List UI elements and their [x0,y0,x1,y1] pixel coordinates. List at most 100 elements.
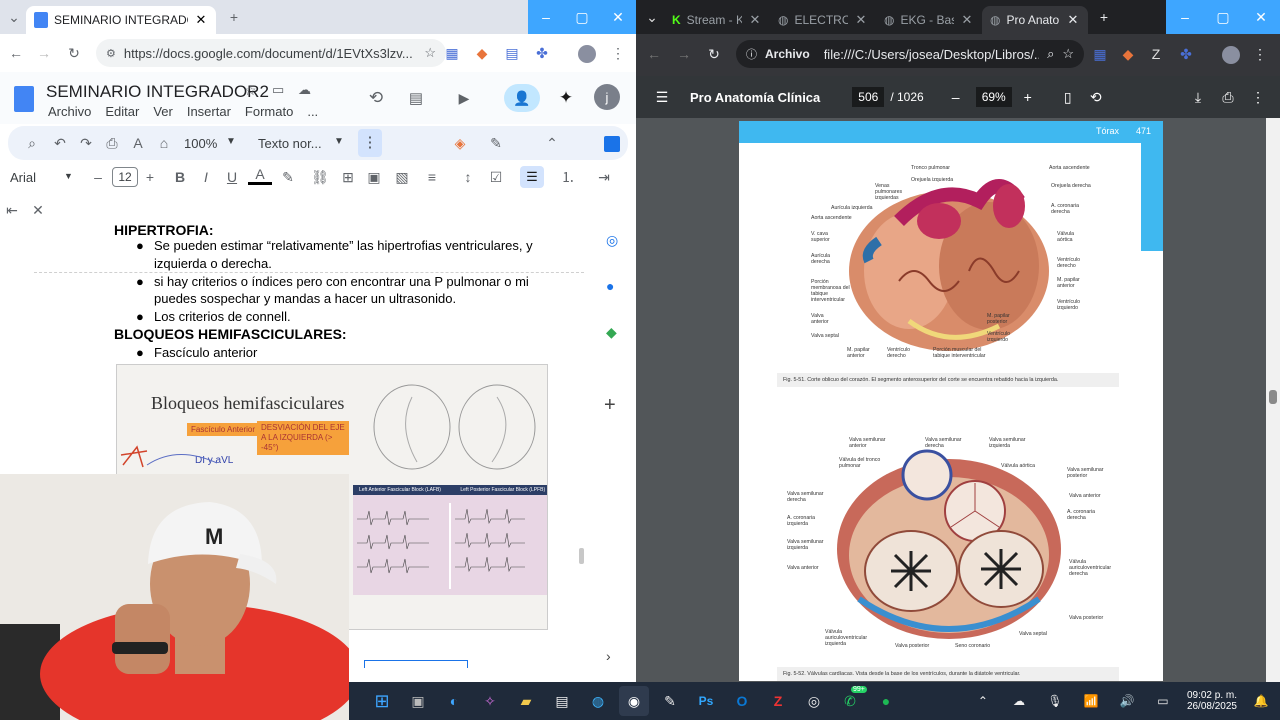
close-window-icon[interactable]: ✕ [1242,0,1280,34]
zoom-input[interactable]: 69% [975,87,1012,107]
decrease-font-icon[interactable]: – [86,165,110,189]
maximize-icon[interactable]: ▢ [564,0,600,34]
print-icon[interactable]: ⎙ [100,131,124,155]
tab-seminario[interactable]: SEMINARIO INTEGRADOR2 - D ✕ [26,6,216,34]
checklist-icon[interactable]: ☑ [484,165,508,189]
task-view-icon[interactable]: ▣ [403,686,433,716]
font-size-input[interactable]: 12 [112,167,138,187]
gemini-icon[interactable]: ✦ [554,86,578,110]
minimize-icon[interactable]: – [1166,0,1204,34]
line-spacing-icon[interactable]: ↕ [456,165,480,189]
add-comment-icon[interactable]: ⊞ [336,165,360,189]
menu-ver[interactable]: Ver [153,104,173,119]
search-menus-icon[interactable]: ⌕ [20,131,44,155]
bullet-text[interactable]: Los criterios de connell. [154,309,291,324]
underline-icon[interactable]: U [220,165,244,189]
reload-icon[interactable]: ↻ [702,42,726,66]
add-addon-icon[interactable]: + [604,394,616,417]
tab-search-icon[interactable]: ⌄ [2,5,26,29]
profile-avatar[interactable] [1222,46,1240,64]
menu-more[interactable]: ... [307,104,318,119]
outdent-icon[interactable]: ⇤ [0,198,24,222]
align-icon[interactable]: ≡ [420,165,444,189]
profile-avatar[interactable] [578,45,596,63]
puzzle-icon[interactable]: ✤ [530,41,554,65]
font-select[interactable]: Arial [10,170,36,185]
docs-logo-icon[interactable] [14,86,34,112]
close-tab-icon[interactable]: ✕ [194,12,208,28]
account-avatar[interactable]: j [594,84,620,110]
copilot-icon[interactable]: ✧ [475,686,505,716]
edge-dev-icon[interactable]: ◐ [439,686,469,716]
print-icon[interactable]: ⎙ [1216,85,1240,109]
translate-icon[interactable]: ▦ [440,41,464,65]
translate-icon[interactable]: ▦ [1088,42,1112,66]
increase-font-icon[interactable]: + [138,165,162,189]
bullet-text[interactable]: Fascículo anterior [154,345,257,360]
style-select[interactable]: Texto nor... [258,136,322,151]
edge-icon[interactable]: ◍ [583,686,613,716]
minimize-icon[interactable]: – [528,0,564,34]
link-icon[interactable]: ⛓ [308,165,332,189]
maximize-icon[interactable]: ▢ [1204,0,1242,34]
docs-offline-icon[interactable]: ▤ [500,41,524,65]
expand-panel-icon[interactable]: › [606,648,611,664]
clock[interactable]: 09:02 p. m. 26/08/2025 [1187,690,1237,712]
contacts-icon[interactable]: ● [606,278,614,294]
close-tab-icon[interactable]: ✕ [960,12,974,28]
more-tools-icon[interactable]: ⋮ [358,129,382,157]
collapse-toolbar-icon[interactable]: ⌃ [540,131,564,155]
bullet-text[interactable]: puedes sospechar y mandas a hacer un ult… [154,291,456,306]
close-window-icon[interactable]: ✕ [600,0,636,34]
notifications-icon[interactable]: 🔔 [1246,686,1276,716]
chrome-icon[interactable]: ◉ [619,686,649,716]
download-icon[interactable]: ⤓ [1186,85,1210,109]
menu-archivo[interactable]: Archivo [48,104,91,119]
zoom-select[interactable]: 100% [184,136,217,151]
microphone-icon[interactable]: 🎙 [1040,686,1070,716]
fit-page-icon[interactable]: ▯ [1056,85,1080,109]
puzzle-icon[interactable]: ✤ [1174,42,1198,66]
close-tab-icon[interactable]: ✕ [1066,12,1080,28]
back-icon[interactable]: ← [642,42,666,66]
zoom-out-icon[interactable]: – [944,85,968,109]
bullet-text[interactable]: Se pueden estimar “relativamente” las hi… [154,238,533,253]
extension-icon[interactable]: ◆ [470,41,494,65]
spotify-icon[interactable]: ● [871,686,901,716]
highlight-icon[interactable]: ✎ [276,165,300,189]
tab-ekg[interactable]: ◍ EKG - Base ✕ [876,6,982,34]
outlook-icon[interactable]: O [727,686,757,716]
more-options-icon[interactable]: ⋮ [1246,85,1270,109]
comments-icon[interactable]: ▤ [404,86,428,110]
volume-icon[interactable]: 🔊 [1112,686,1142,716]
file-explorer-icon[interactable]: ▰ [511,686,541,716]
store-icon[interactable]: ▤ [547,686,577,716]
heading-bloqueos[interactable]: BLOQUEOS HEMIFASCICULARES: [114,326,347,342]
whatsapp-icon[interactable]: ✆ 99+ [835,686,867,716]
close-tab-icon[interactable]: ✕ [854,12,868,28]
page-input[interactable]: 506 [852,87,885,107]
doc-title[interactable]: SEMINARIO INTEGRADOR2 [46,82,269,102]
menu-formato[interactable]: Formato [245,104,293,119]
paint-format-icon[interactable]: ⌂ [152,131,176,155]
scrollbar-thumb[interactable] [579,548,584,564]
close-tab-icon[interactable]: ✕ [748,12,762,28]
z-extension-icon[interactable]: Z [1144,42,1168,66]
chrome-menu-icon[interactable]: ⋮ [606,41,630,65]
tab-electroc[interactable]: ◍ ELECTROC ✕ [770,6,876,34]
obs-icon[interactable]: ◎ [799,686,829,716]
wifi-icon[interactable]: 📶 [1076,686,1106,716]
star-icon[interactable]: ☆ [244,82,257,99]
bold-icon[interactable]: B [168,165,192,189]
info-icon[interactable]: ⓘ [746,46,757,62]
tray-app-icon[interactable]: ☁ [1004,686,1034,716]
zoom-in-icon[interactable]: + [1016,85,1040,109]
bookmark-star-icon[interactable]: ☆ [1062,46,1074,62]
rotate-icon[interactable]: ⟲ [1084,85,1108,109]
photoshop-icon[interactable]: Ps [691,686,721,716]
site-info-icon[interactable]: ⚙ [106,47,116,60]
bookmark-star-icon[interactable]: ☆ [424,45,436,61]
keep-icon[interactable]: ◎ [606,232,618,249]
extension-icon[interactable]: ◆ [1116,42,1140,66]
zoom-search-icon[interactable]: ⌕ [1047,46,1054,62]
